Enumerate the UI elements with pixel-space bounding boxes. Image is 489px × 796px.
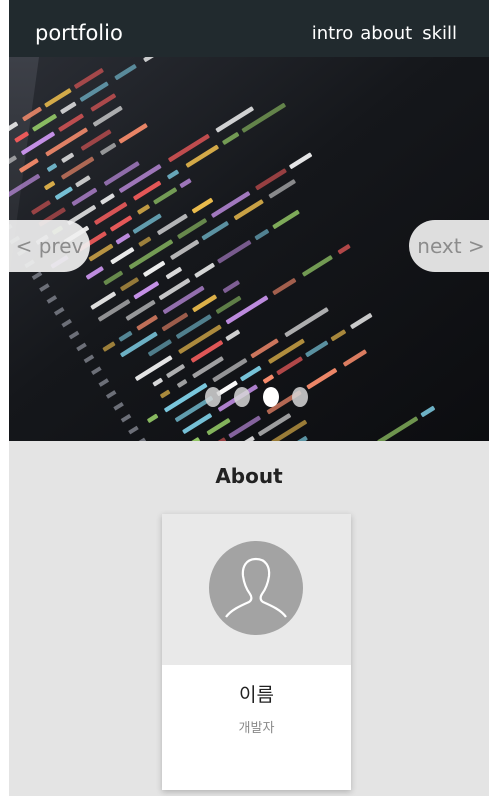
header: portfolio intro about skill <box>9 0 489 57</box>
next-button[interactable]: next > <box>409 220 489 272</box>
person-silhouette-icon <box>225 557 287 618</box>
slider-dots <box>205 387 308 407</box>
prev-button[interactable]: < prev <box>9 220 90 272</box>
nav-about[interactable]: about <box>360 22 412 46</box>
avatar <box>209 541 303 635</box>
slider-dot[interactable] <box>234 387 250 407</box>
slider-dot[interactable] <box>205 387 221 407</box>
section-title: About <box>215 464 283 488</box>
slider-dot-active[interactable] <box>263 387 279 407</box>
nav-intro[interactable]: intro <box>312 22 353 46</box>
profile-name: 이름 <box>239 684 274 706</box>
nav: intro about skill <box>312 22 457 46</box>
page: portfolio intro about skill < prev next … <box>9 0 489 796</box>
slider-dot[interactable] <box>292 387 308 407</box>
hero-slider: < prev next > <box>9 57 489 441</box>
profile-role: 개발자 <box>238 721 275 736</box>
profile-card: 이름 개발자 <box>162 514 351 790</box>
card-header <box>162 514 351 665</box>
nav-skill[interactable]: skill <box>422 22 457 46</box>
logo[interactable]: portfolio <box>35 21 123 45</box>
